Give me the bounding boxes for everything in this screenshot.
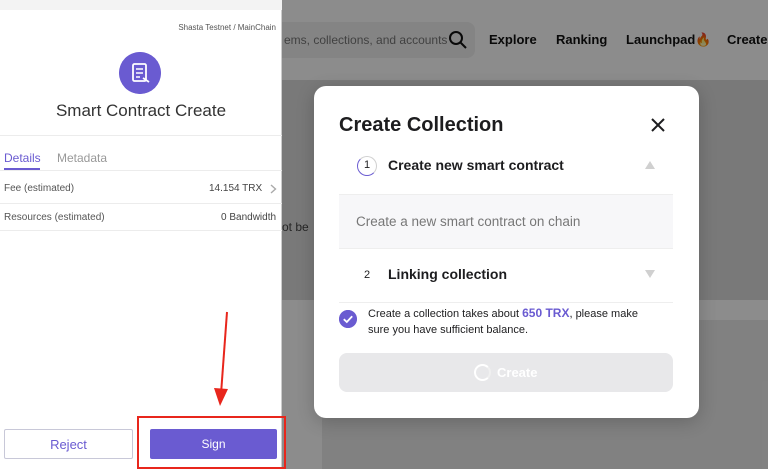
fee-label: Fee (estimated) bbox=[4, 183, 75, 194]
step-label: Create new smart contract bbox=[388, 157, 564, 173]
create-collection-modal: Create Collection 1 Create new smart con… bbox=[314, 86, 699, 418]
divider bbox=[339, 302, 673, 303]
trx-amount: 650 TRX bbox=[522, 306, 570, 320]
check-icon bbox=[339, 310, 357, 328]
reject-button-label: Reject bbox=[50, 437, 87, 452]
close-icon[interactable] bbox=[647, 114, 669, 136]
modal-title: Create Collection bbox=[339, 114, 504, 136]
annotation-arrow-icon bbox=[214, 311, 228, 406]
create-button-label: Create bbox=[497, 365, 538, 380]
wallet-popup: Shasta Testnet / MainChain Smart Contrac… bbox=[0, 0, 282, 469]
network-label: Shasta Testnet / MainChain bbox=[178, 23, 276, 32]
caret-down-icon[interactable] bbox=[645, 270, 655, 278]
fee-value[interactable]: 14.154 TRX bbox=[209, 183, 262, 194]
divider bbox=[0, 230, 282, 231]
step-number: 1 bbox=[357, 156, 377, 176]
resources-value: 0 Bandwidth bbox=[221, 212, 277, 223]
step-label: Linking collection bbox=[388, 266, 508, 282]
tab-metadata[interactable]: Metadata bbox=[57, 151, 107, 165]
caret-up-icon[interactable] bbox=[645, 161, 655, 169]
loading-spinner-icon bbox=[474, 364, 491, 381]
step-description-panel: Create a new smart contract on chain bbox=[339, 194, 673, 249]
step-linking-collection[interactable]: 2 Linking collection bbox=[339, 255, 673, 295]
create-button[interactable]: Create bbox=[339, 353, 673, 392]
divider bbox=[0, 170, 282, 171]
divider bbox=[0, 135, 282, 136]
balance-note: Create a collection takes about 650 TRX,… bbox=[368, 306, 638, 336]
reject-button[interactable]: Reject bbox=[4, 429, 133, 459]
step-description: Create a new smart contract on chain bbox=[356, 214, 581, 229]
step-create-contract[interactable]: 1 Create new smart contract bbox=[339, 146, 673, 186]
chevron-right-icon[interactable] bbox=[270, 184, 277, 194]
annotation-highlight-box bbox=[137, 416, 286, 469]
contract-icon bbox=[119, 52, 161, 94]
resources-label: Resources (estimated) bbox=[4, 212, 105, 223]
wallet-title: Smart Contract Create bbox=[55, 101, 227, 120]
wallet-topbar bbox=[0, 0, 282, 10]
step-number: 2 bbox=[363, 269, 371, 281]
tab-details[interactable]: Details bbox=[4, 151, 41, 165]
divider bbox=[0, 203, 282, 204]
